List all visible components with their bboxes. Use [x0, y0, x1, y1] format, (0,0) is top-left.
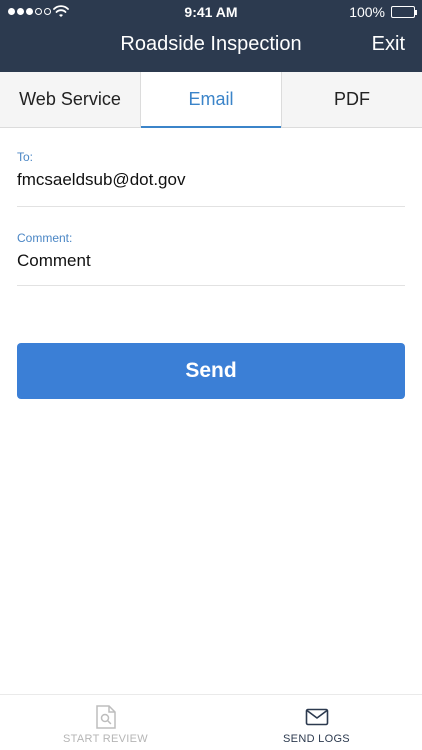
bottom-tab-bar: START REVIEW SEND LOGS [0, 694, 422, 750]
app-header: 9:41 AM 100% Roadside Inspection Exit [0, 0, 422, 72]
comment-field: Comment: [17, 231, 405, 286]
tabbar-label: SEND LOGS [283, 733, 350, 745]
tab-web-service[interactable]: Web Service [0, 72, 141, 127]
battery-percent: 100% [349, 4, 385, 20]
tab-pdf[interactable]: PDF [282, 72, 422, 127]
status-bar: 9:41 AM 100% [0, 0, 422, 24]
review-document-icon [95, 705, 116, 729]
tabbar-start-review[interactable]: START REVIEW [0, 695, 211, 750]
comment-input[interactable] [17, 251, 405, 271]
exit-button[interactable]: Exit [372, 33, 405, 56]
to-label: To: [17, 150, 34, 164]
comment-label: Comment: [17, 231, 73, 245]
page-title: Roadside Inspection [120, 33, 302, 55]
battery-icon [391, 6, 417, 18]
tab-email[interactable]: Email [141, 72, 282, 128]
send-method-tabs: Web Service Email PDF [0, 72, 422, 128]
envelope-icon [305, 708, 328, 726]
roadside-inspection-screen: 9:41 AM 100% Roadside Inspection Exit We… [0, 0, 422, 750]
to-input[interactable] [17, 170, 405, 190]
tabbar-send-logs[interactable]: SEND LOGS [211, 695, 422, 750]
send-button[interactable]: Send [17, 343, 405, 399]
to-field: To: [17, 150, 405, 207]
tabbar-label: START REVIEW [63, 733, 148, 745]
